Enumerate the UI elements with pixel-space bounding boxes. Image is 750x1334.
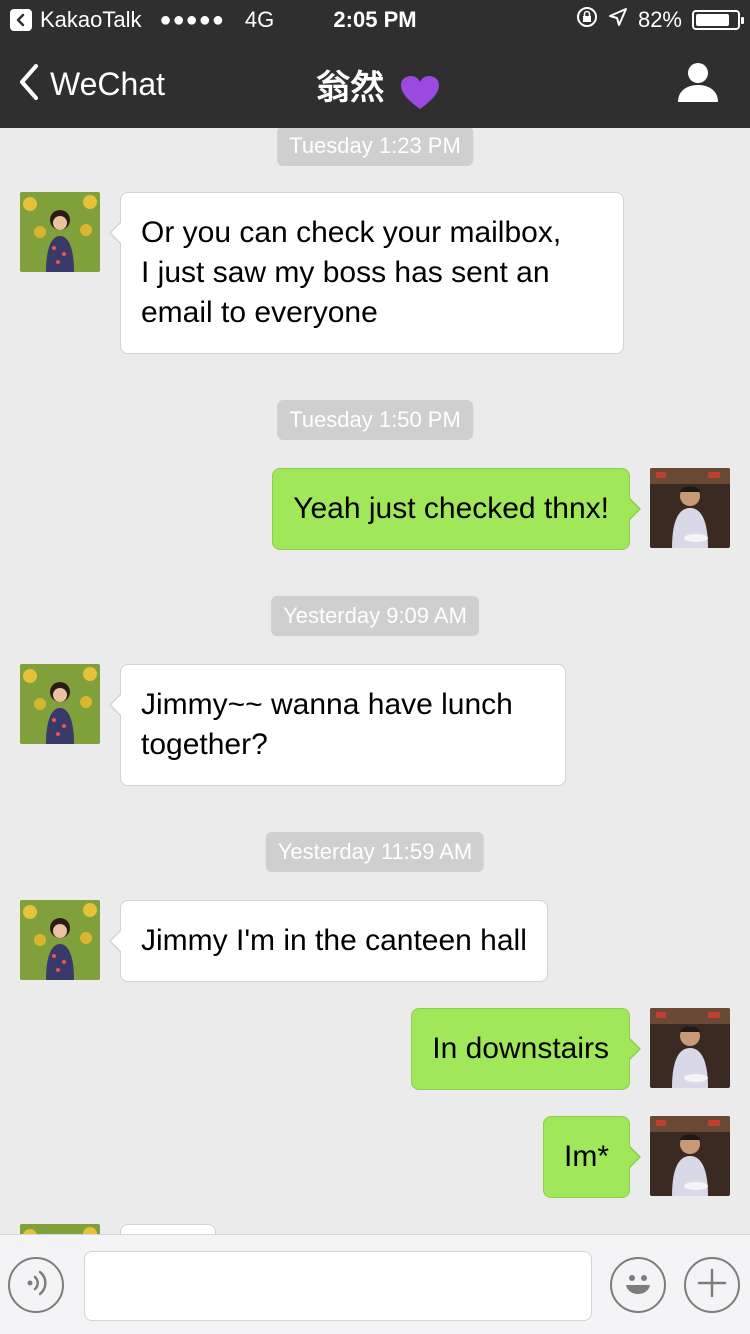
person-icon xyxy=(676,63,720,108)
nav-bar: WeChat 翁然 xyxy=(0,40,750,128)
battery-icon xyxy=(692,10,744,30)
contact-avatar[interactable] xyxy=(20,192,100,272)
purple-heart-icon xyxy=(400,75,439,109)
timestamp: Yesterday 9:09 AM xyxy=(271,596,479,636)
profile-button[interactable] xyxy=(676,60,720,104)
message-bubble-incoming[interactable] xyxy=(120,1224,216,1234)
message-bubble-outgoing[interactable]: Yeah just checked thnx! xyxy=(272,468,641,550)
smiley-icon xyxy=(620,1265,656,1306)
message-input[interactable] xyxy=(84,1251,592,1321)
voice-button[interactable] xyxy=(8,1257,64,1313)
chat-area[interactable]: Tuesday 1:23 PM Or you can check your ma… xyxy=(0,128,750,1234)
location-icon xyxy=(608,7,628,33)
more-button[interactable] xyxy=(684,1257,740,1313)
plus-icon xyxy=(696,1267,728,1304)
timestamp: Tuesday 1:50 PM xyxy=(277,400,473,440)
chat-title: 翁然 xyxy=(0,60,750,109)
message-bubble-incoming[interactable]: Jimmy~~ wanna have lunch together? xyxy=(109,664,566,786)
contact-avatar[interactable] xyxy=(20,664,100,744)
emoji-button[interactable] xyxy=(610,1257,666,1313)
message-bubble-incoming[interactable]: Or you can check your mailbox, I just sa… xyxy=(109,192,624,354)
contact-avatar[interactable] xyxy=(20,1224,100,1234)
my-avatar[interactable] xyxy=(650,468,730,548)
rotation-lock-icon xyxy=(576,6,598,34)
contact-avatar[interactable] xyxy=(20,900,100,980)
timestamp: Yesterday 11:59 AM xyxy=(265,832,485,872)
my-avatar[interactable] xyxy=(650,1008,730,1088)
voice-icon xyxy=(20,1267,52,1304)
battery-percent: 82% xyxy=(637,7,682,32)
timestamp: Tuesday 1:23 PM xyxy=(277,128,473,166)
message-bubble-outgoing[interactable]: Im* xyxy=(543,1116,641,1198)
battery-fill xyxy=(696,14,729,26)
chat-title-text: 翁然 xyxy=(316,68,385,107)
message-bubble-outgoing[interactable]: In downstairs xyxy=(411,1008,641,1090)
status-bar: KakaoTalk ●●●●● 4G 2:05 PM 82% xyxy=(0,0,750,40)
message-bubble-incoming[interactable]: Jimmy I'm in the canteen hall xyxy=(109,900,548,982)
input-bar xyxy=(0,1234,750,1334)
my-avatar[interactable] xyxy=(650,1116,730,1196)
